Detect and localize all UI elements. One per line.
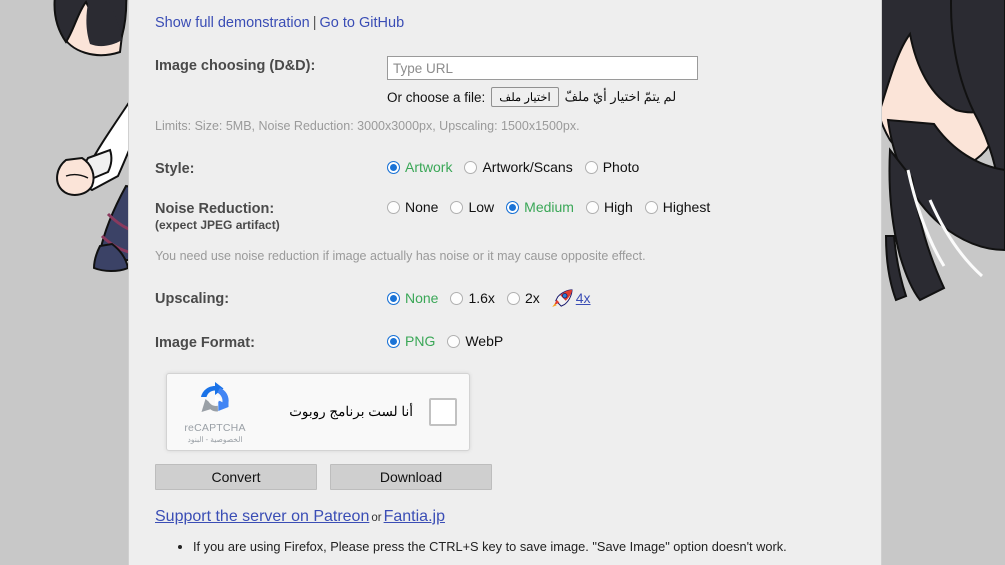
- radio-indicator: [506, 200, 520, 214]
- upscaling-radio-group: None 1.6x 2x 4x: [387, 289, 881, 307]
- upscaling-option-1-6x[interactable]: 1.6x: [450, 290, 495, 306]
- radio-indicator: [584, 160, 598, 174]
- recaptcha-container: أنا لست برنامج روبوت reCAPTCHA الخصوصية …: [166, 373, 881, 451]
- noise-option-label: Low: [468, 199, 495, 215]
- format-option-label: PNG: [405, 333, 436, 349]
- upscaling-option-2x[interactable]: 2x: [506, 290, 540, 306]
- action-buttons-row: Convert Download: [155, 464, 881, 490]
- format-option-label: WebP: [465, 333, 504, 349]
- noise-option-highest[interactable]: Highest: [644, 199, 711, 215]
- note-item: If you are using Firefox, Please press t…: [193, 538, 881, 555]
- noise-option-label: None: [405, 199, 439, 215]
- upscaling-option-4x-premium[interactable]: 4x: [551, 289, 591, 307]
- radio-indicator: [387, 160, 400, 174]
- image-format-row: Image Format: PNG WebP: [155, 333, 881, 351]
- notes-list: If you are using Firefox, Please press t…: [155, 538, 881, 555]
- convert-button[interactable]: Convert: [155, 464, 317, 490]
- go-to-github-link[interactable]: Go to GitHub: [320, 15, 405, 31]
- noise-reduction-title: Noise Reduction:: [155, 201, 275, 217]
- style-label: Style:: [155, 161, 195, 177]
- style-option-label: Photo: [602, 159, 640, 175]
- noise-option-label: High: [603, 199, 633, 215]
- support-or-label: or: [371, 512, 382, 524]
- style-option-label: Artwork: [405, 159, 453, 175]
- recaptcha-logo-icon: [201, 381, 229, 412]
- image-format-radio-group: PNG WebP: [387, 333, 881, 349]
- fantia-link[interactable]: Fantia.jp: [384, 508, 445, 525]
- noise-option-high[interactable]: High: [585, 199, 633, 215]
- noise-option-label: Highest: [662, 199, 711, 215]
- recaptcha-brand-name: reCAPTCHA: [184, 421, 246, 434]
- recaptcha-checkbox[interactable]: [429, 398, 457, 426]
- noise-reduction-radio-group: None Low Medium High Highest: [387, 199, 881, 215]
- radio-indicator: [450, 200, 464, 214]
- noise-reduction-label: Noise Reduction: (expect JPEG artifact): [155, 199, 387, 232]
- style-radio-group: Artwork Artwork/Scans Photo: [387, 159, 881, 175]
- recaptcha-legal-links[interactable]: الخصوصية - البنود: [177, 435, 253, 444]
- download-button[interactable]: Download: [330, 464, 492, 490]
- noise-option-medium[interactable]: Medium: [506, 199, 574, 215]
- limits-text: Limits: Size: 5MB, Noise Reduction: 3000…: [155, 119, 580, 133]
- recaptcha-widget[interactable]: أنا لست برنامج روبوت reCAPTCHA الخصوصية …: [166, 373, 470, 451]
- noise-option-low[interactable]: Low: [450, 199, 494, 215]
- style-option-artwork[interactable]: Artwork: [387, 159, 452, 175]
- content-panel: Show full demonstration | Go to GitHub Ima…: [128, 0, 882, 565]
- format-option-png[interactable]: PNG: [387, 333, 435, 349]
- radio-indicator: [447, 334, 461, 348]
- noise-option-label: Medium: [524, 199, 574, 215]
- radio-indicator: [464, 160, 478, 174]
- noise-reduction-row: Noise Reduction: (expect JPEG artifact) …: [155, 199, 881, 232]
- upscaling-label: Upscaling:: [155, 291, 230, 307]
- style-row: Style: Artwork Artwork/Scans Photo: [155, 159, 881, 177]
- upscaling-4x-link[interactable]: 4x: [576, 290, 591, 306]
- noise-reduction-sublabel: (expect JPEG artifact): [155, 218, 280, 232]
- format-option-webp[interactable]: WebP: [447, 333, 503, 349]
- noise-reduction-help: You need use noise reduction if image ac…: [155, 249, 646, 263]
- radio-indicator: [644, 200, 658, 214]
- style-option-photo[interactable]: Photo: [584, 159, 640, 175]
- top-links-separator: |: [312, 15, 317, 31]
- choose-file-button[interactable]: اختيار ملف: [491, 87, 559, 107]
- rocket-icon: [551, 289, 573, 307]
- image-format-label: Image Format:: [155, 335, 255, 351]
- top-links-bar: Show full demonstration | Go to GitHub: [155, 0, 881, 32]
- radio-indicator: [387, 291, 400, 305]
- show-full-demonstration-link[interactable]: Show full demonstration: [155, 15, 310, 31]
- radio-indicator: [387, 334, 400, 348]
- radio-indicator: [506, 291, 520, 305]
- file-chooser-row: Or choose a file: اختيار ملف لم يتمّ اخت…: [387, 87, 881, 107]
- style-option-artwork-scans[interactable]: Artwork/Scans: [464, 159, 573, 175]
- upscaling-row: Upscaling: None 1.6x 2x 4x: [155, 289, 881, 307]
- upscaling-option-none[interactable]: None: [387, 290, 438, 306]
- choose-file-label: Or choose a file:: [387, 89, 486, 105]
- upscaling-option-label: 1.6x: [468, 290, 495, 306]
- file-status-text: لم يتمّ اختيار أيّ ملفّ: [564, 89, 677, 104]
- image-choosing-row: Image choosing (D&D): Or choose a file: …: [155, 56, 881, 107]
- recaptcha-branding: reCAPTCHA الخصوصية - البنود: [177, 381, 253, 444]
- style-option-label: Artwork/Scans: [482, 159, 573, 175]
- radio-indicator: [585, 200, 599, 214]
- noise-option-none[interactable]: None: [387, 199, 438, 215]
- image-choosing-label: Image choosing (D&D):: [155, 58, 316, 74]
- patreon-link[interactable]: Support the server on Patreon: [155, 508, 369, 525]
- support-line: Support the server on Patreon or Fantia.jp: [155, 508, 881, 526]
- upscaling-option-label: None: [405, 290, 439, 306]
- recaptcha-label: أنا لست برنامج روبوت: [289, 404, 413, 419]
- image-url-input[interactable]: [387, 56, 698, 80]
- upscaling-option-label: 2x: [524, 290, 540, 306]
- radio-indicator: [450, 291, 464, 305]
- radio-indicator: [387, 200, 400, 214]
